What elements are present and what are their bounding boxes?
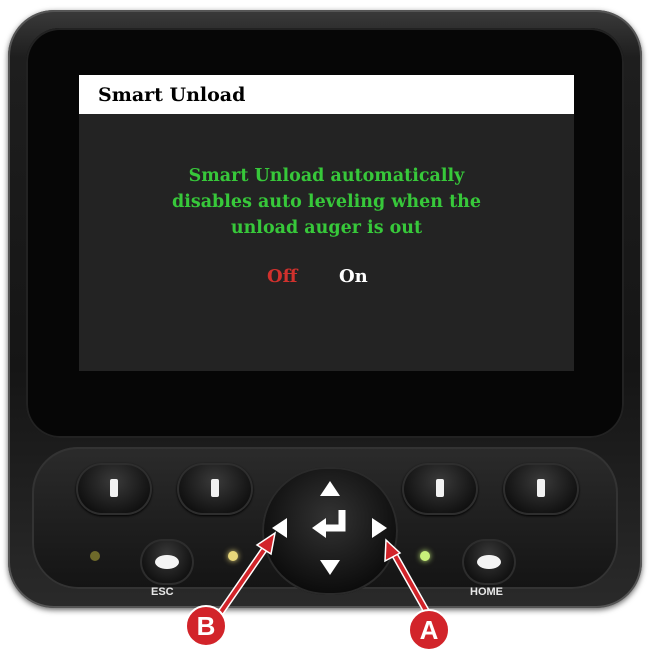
callout-arrows (217, 531, 432, 618)
callout-b-line (219, 542, 270, 614)
callout-b-badge: B (185, 605, 227, 647)
callout-a-line (391, 550, 430, 616)
callout-a-badge: A (408, 609, 450, 651)
